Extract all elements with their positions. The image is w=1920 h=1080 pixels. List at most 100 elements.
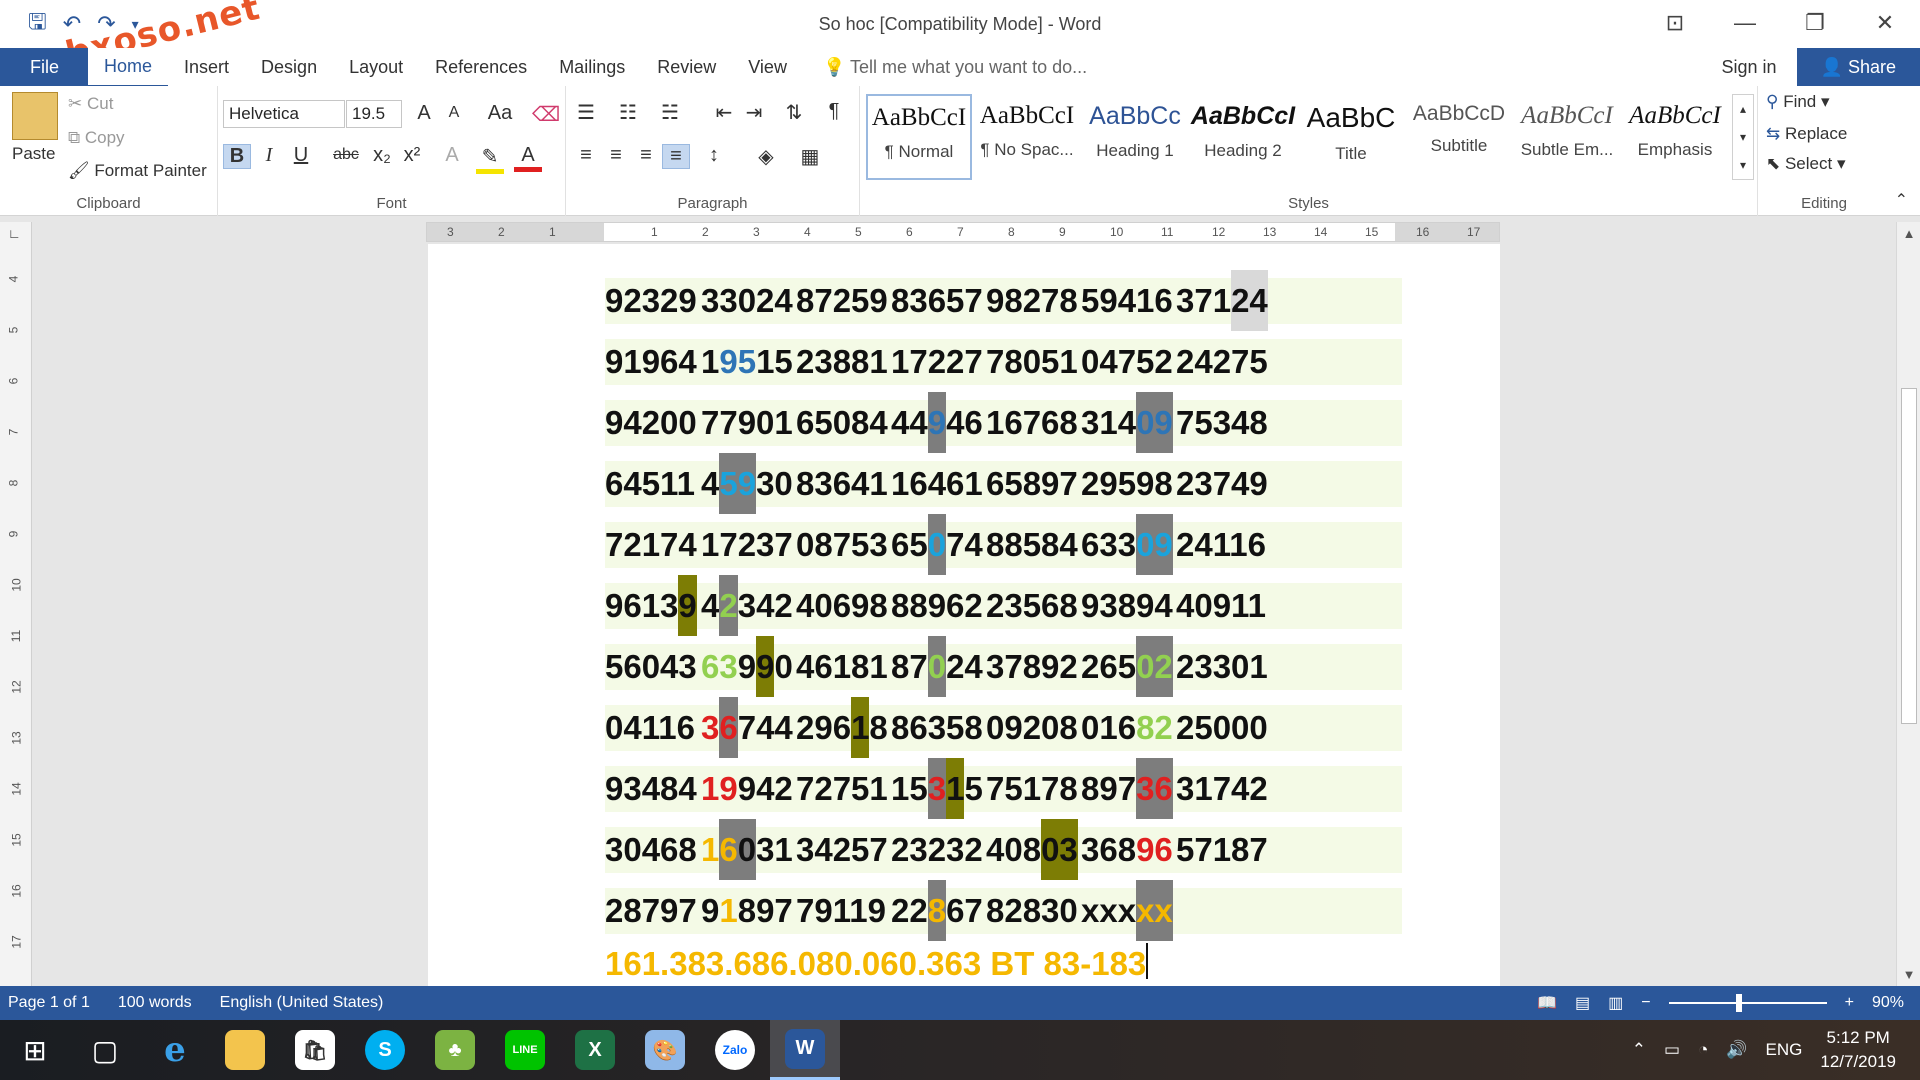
paint-button[interactable]: 🎨 bbox=[630, 1020, 700, 1080]
number-cell[interactable]: 59416 bbox=[1081, 270, 1176, 331]
tab-design[interactable]: Design bbox=[245, 48, 333, 86]
number-cell[interactable]: 65084 bbox=[796, 392, 891, 453]
save-icon[interactable]: 🖫 bbox=[28, 5, 47, 43]
skype-button[interactable]: S bbox=[350, 1020, 420, 1080]
number-cell[interactable]: 30468 bbox=[605, 819, 701, 880]
number-cell[interactable]: 33024 bbox=[701, 270, 796, 331]
number-cell[interactable]: 08753 bbox=[796, 514, 891, 575]
line-spacing-icon[interactable]: ↕ bbox=[700, 144, 728, 167]
borders-icon[interactable]: ▦ bbox=[796, 144, 824, 169]
number-cell[interactable]: 83657 bbox=[891, 270, 986, 331]
number-cell[interactable]: 19942 bbox=[701, 758, 796, 819]
number-cell[interactable]: 78051 bbox=[986, 331, 1081, 392]
clear-formatting-icon[interactable]: ⌫ bbox=[532, 102, 560, 127]
vertical-ruler[interactable]: ∟ 4 5 6 7 8 9 10 11 12 13 14 15 16 17 bbox=[0, 222, 32, 986]
number-cell[interactable]: 93894 bbox=[1081, 575, 1176, 636]
number-cell[interactable]: 65074 bbox=[891, 514, 986, 575]
number-cell[interactable]: 65897 bbox=[986, 453, 1081, 514]
number-cell[interactable]: 88584 bbox=[986, 514, 1081, 575]
number-cell[interactable]: 28797 bbox=[605, 880, 701, 941]
number-cell[interactable]: 72174 bbox=[605, 514, 701, 575]
number-cell[interactable]: 24116 bbox=[1176, 514, 1271, 575]
number-cell[interactable]: 40803 bbox=[986, 819, 1081, 880]
number-cell[interactable]: 15315 bbox=[891, 758, 986, 819]
number-cell[interactable]: 57187 bbox=[1176, 819, 1271, 880]
number-cell[interactable]: 92329 bbox=[605, 270, 701, 331]
increase-indent-icon[interactable]: ⇥ bbox=[740, 100, 768, 125]
number-cell[interactable]: 89736 bbox=[1081, 758, 1176, 819]
number-cell[interactable]: 87259 bbox=[796, 270, 891, 331]
style-normal[interactable]: AaBbCcI ¶ Normal bbox=[866, 94, 972, 180]
zalo-button[interactable]: Zalo bbox=[700, 1020, 770, 1080]
number-cell[interactable]: 37892 bbox=[986, 636, 1081, 697]
number-cell[interactable]: xxxxx bbox=[1081, 880, 1176, 941]
number-cell[interactable]: 23881 bbox=[796, 331, 891, 392]
grow-font-icon[interactable]: A bbox=[410, 102, 438, 125]
number-cell[interactable]: 24275 bbox=[1176, 331, 1271, 392]
number-cell[interactable]: 63309 bbox=[1081, 514, 1176, 575]
internet-explorer-button[interactable]: e bbox=[140, 1020, 210, 1080]
number-cell[interactable]: 23301 bbox=[1176, 636, 1271, 697]
number-cell[interactable]: 75178 bbox=[986, 758, 1081, 819]
scroll-up-icon[interactable]: ▲ bbox=[1897, 226, 1920, 241]
collapse-ribbon-icon[interactable]: ⌃ bbox=[1895, 190, 1908, 210]
number-cell[interactable]: 40698 bbox=[796, 575, 891, 636]
number-cell[interactable]: 37124 bbox=[1176, 270, 1271, 331]
file-explorer-button[interactable] bbox=[210, 1020, 280, 1080]
paste-icon[interactable] bbox=[12, 92, 58, 140]
strikethrough-button[interactable]: abc bbox=[326, 146, 366, 164]
align-left-icon[interactable]: ≡ bbox=[572, 144, 600, 167]
number-cell[interactable]: 98278 bbox=[986, 270, 1081, 331]
paste-button[interactable]: Paste bbox=[12, 144, 55, 164]
number-cell[interactable]: 23232 bbox=[891, 819, 986, 880]
number-cell[interactable]: 77901 bbox=[701, 392, 796, 453]
zoom-slider[interactable] bbox=[1668, 994, 1827, 1012]
language-indicator[interactable]: English (United States) bbox=[212, 994, 404, 1012]
underline-button[interactable]: U bbox=[287, 144, 315, 167]
number-cell[interactable]: 91897 bbox=[701, 880, 796, 941]
subscript-button[interactable]: x₂ bbox=[368, 144, 396, 167]
number-cell[interactable]: 19515 bbox=[701, 331, 796, 392]
numbering-icon[interactable]: ☷ bbox=[614, 100, 642, 125]
number-cell[interactable]: 01682 bbox=[1081, 697, 1176, 758]
excel-button[interactable]: X bbox=[560, 1020, 630, 1080]
number-cell[interactable]: 31409 bbox=[1081, 392, 1176, 453]
number-cell[interactable]: 64511 bbox=[605, 453, 701, 514]
web-layout-icon[interactable]: ▥ bbox=[1608, 993, 1623, 1013]
tab-insert[interactable]: Insert bbox=[168, 48, 245, 86]
style-no-spacing[interactable]: AaBbCcI ¶ No Spac... bbox=[974, 94, 1080, 180]
store-button[interactable]: 🛍 bbox=[280, 1020, 350, 1080]
format-painter-button[interactable]: 🖌 Format Painter bbox=[68, 161, 207, 181]
vertical-scrollbar[interactable]: ▲ ▼ bbox=[1896, 222, 1920, 986]
number-cell[interactable]: 29598 bbox=[1081, 453, 1176, 514]
horizontal-ruler[interactable]: 3 2 1 1 2 3 4 5 6 7 8 9 10 11 12 13 14 15 16 17 bbox=[426, 222, 1500, 242]
font-size-combo[interactable]: 19.5 bbox=[346, 100, 402, 128]
style-subtitle[interactable]: AaBbCcD Subtitle bbox=[1406, 94, 1512, 180]
align-center-icon[interactable]: ≡ bbox=[602, 144, 630, 167]
volume-icon[interactable]: 🔊 bbox=[1726, 1040, 1747, 1060]
style-title[interactable]: AaBbC Title bbox=[1298, 94, 1404, 180]
multilevel-list-icon[interactable]: ☵ bbox=[656, 100, 684, 125]
shading-icon[interactable]: ◈ bbox=[752, 144, 780, 169]
tab-layout[interactable]: Layout bbox=[333, 48, 419, 86]
start-button[interactable]: ⊞ bbox=[0, 1020, 70, 1080]
number-cell[interactable]: 31742 bbox=[1176, 758, 1271, 819]
number-cell[interactable]: 23749 bbox=[1176, 453, 1271, 514]
word-count[interactable]: 100 words bbox=[110, 994, 212, 1012]
tab-view[interactable]: View bbox=[732, 48, 803, 86]
number-cell[interactable]: 16031 bbox=[701, 819, 796, 880]
print-layout-icon[interactable]: ▤ bbox=[1575, 993, 1590, 1013]
italic-button[interactable]: I bbox=[255, 144, 283, 167]
number-cell[interactable]: 45930 bbox=[701, 453, 796, 514]
number-cell[interactable]: 16768 bbox=[986, 392, 1081, 453]
styles-gallery-scroll[interactable]: ▴ ▾ ▾ bbox=[1732, 94, 1754, 180]
clock[interactable]: 5:12 PM 12/7/2019 bbox=[1820, 1026, 1896, 1074]
game-button[interactable]: ♣ bbox=[420, 1020, 490, 1080]
change-case-icon[interactable]: Aa bbox=[480, 102, 520, 125]
task-view-button[interactable]: ▢ bbox=[70, 1020, 140, 1080]
number-cell[interactable]: 75348 bbox=[1176, 392, 1271, 453]
sign-in-link[interactable]: Sign in bbox=[1701, 57, 1796, 78]
bold-button[interactable]: B bbox=[223, 144, 251, 169]
show-hidden-icons[interactable]: ⌃ bbox=[1632, 1040, 1646, 1060]
share-button[interactable]: 👤 Share bbox=[1796, 48, 1920, 86]
